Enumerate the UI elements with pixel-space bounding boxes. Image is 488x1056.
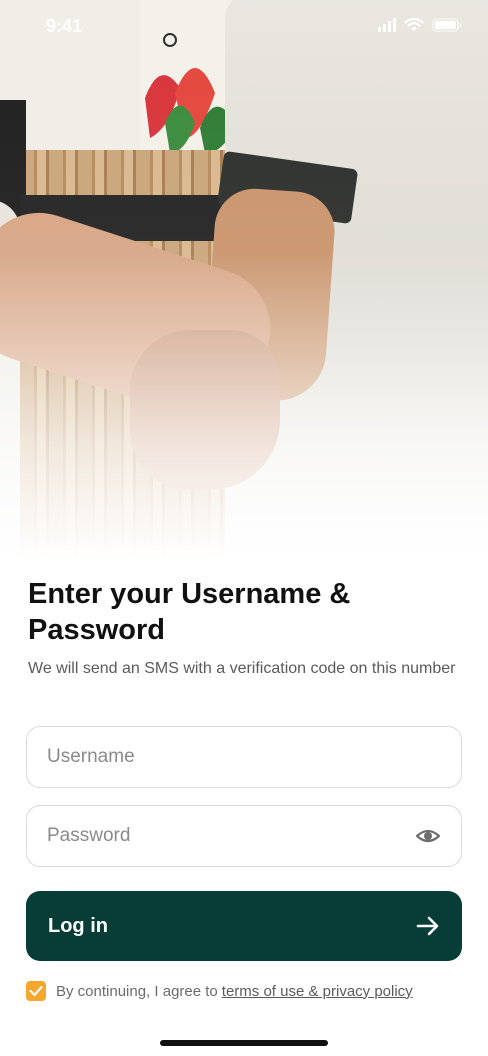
battery-icon <box>432 18 462 32</box>
username-field[interactable] <box>26 726 462 788</box>
hero-image <box>0 0 488 560</box>
arrow-right-icon <box>416 916 439 936</box>
signal-icon <box>378 18 396 32</box>
page-subtitle: We will send an SMS with a verification … <box>28 660 456 677</box>
login-button[interactable]: Log in <box>26 891 462 961</box>
page-title: Enter your Username & Password <box>28 578 351 646</box>
consent-row: By continuing, I agree to terms of use &… <box>26 980 466 1002</box>
login-button-label: Log in <box>48 914 108 937</box>
status-bar: 9:41 <box>0 0 488 54</box>
consent-text: By continuing, I agree to <box>56 982 218 1000</box>
status-icons <box>378 18 462 32</box>
check-icon <box>29 985 43 997</box>
username-input[interactable] <box>47 746 441 768</box>
wifi-icon <box>404 18 424 31</box>
consent-checkbox[interactable] <box>26 981 46 1001</box>
password-field[interactable] <box>26 805 462 867</box>
password-input[interactable] <box>47 825 415 847</box>
eye-icon[interactable] <box>415 823 441 849</box>
terms-link[interactable]: terms of use & privacy policy <box>222 983 413 1000</box>
home-indicator <box>160 1040 328 1046</box>
status-time: 9:41 <box>46 16 83 36</box>
